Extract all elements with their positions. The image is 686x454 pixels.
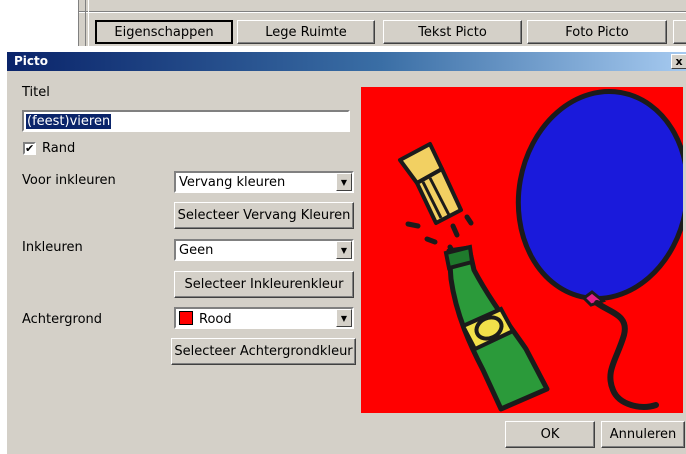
toolbar-overflow-button[interactable] bbox=[673, 20, 686, 44]
picto-image bbox=[398, 89, 683, 412]
select-fill-color-button[interactable]: Selecteer Inkleurenkleur bbox=[174, 271, 354, 298]
title-input[interactable]: (feest)vieren bbox=[22, 110, 350, 132]
title-label: Titel bbox=[22, 85, 50, 100]
picto-preview bbox=[361, 87, 683, 413]
select-replace-colors-button[interactable]: Selecteer Vervang Kleuren bbox=[174, 202, 354, 229]
picto-dialog: Picto x Titel (feest)vieren ✔ Rand Voor … bbox=[6, 52, 686, 454]
pre-color-label: Voor inkleuren bbox=[22, 173, 116, 188]
background-select[interactable]: Rood ▼ bbox=[174, 307, 354, 329]
background-value: Rood bbox=[199, 312, 232, 327]
fill-color-select[interactable]: Geen ▼ bbox=[174, 239, 354, 261]
eigenschappen-button[interactable]: Eigenschappen bbox=[95, 20, 233, 44]
toolbar-separator bbox=[85, 0, 89, 46]
toolbar: Eigenschappen Lege Ruimte Tekst Picto Fo… bbox=[78, 0, 686, 46]
border-checkbox[interactable]: ✔ bbox=[23, 142, 36, 155]
pre-color-select[interactable]: Vervang kleuren ▼ bbox=[174, 171, 354, 193]
lege-ruimte-button[interactable]: Lege Ruimte bbox=[237, 20, 375, 44]
close-button[interactable]: x bbox=[671, 54, 686, 69]
select-background-color-button[interactable]: Selecteer Achtergrondkleur bbox=[171, 338, 356, 365]
title-input-value: (feest)vieren bbox=[26, 114, 112, 129]
checkmark-icon: ✔ bbox=[25, 142, 35, 155]
ok-button[interactable]: OK bbox=[505, 421, 595, 448]
chevron-down-icon[interactable]: ▼ bbox=[336, 173, 352, 191]
champagne-bottle-icon bbox=[443, 244, 550, 412]
dialog-titlebar[interactable]: Picto x bbox=[7, 52, 686, 71]
chevron-down-icon[interactable]: ▼ bbox=[336, 241, 352, 259]
cancel-button[interactable]: Annuleren bbox=[601, 421, 685, 448]
chevron-down-icon[interactable]: ▼ bbox=[336, 309, 352, 327]
border-checkbox-label: Rand bbox=[42, 141, 76, 156]
fill-color-label: Inkleuren bbox=[22, 240, 83, 255]
background-app: Eigenschappen Lege Ruimte Tekst Picto Fo… bbox=[0, 0, 686, 46]
dialog-title: Picto bbox=[14, 54, 49, 68]
close-icon: x bbox=[675, 55, 683, 68]
foto-picto-button[interactable]: Foto Picto bbox=[527, 20, 667, 44]
background-label: Achtergrond bbox=[22, 312, 103, 327]
fill-color-value: Geen bbox=[179, 243, 214, 258]
color-swatch bbox=[179, 311, 193, 325]
tekst-picto-button[interactable]: Tekst Picto bbox=[383, 20, 522, 44]
pre-color-value: Vervang kleuren bbox=[179, 175, 286, 190]
cork-icon bbox=[398, 142, 463, 225]
